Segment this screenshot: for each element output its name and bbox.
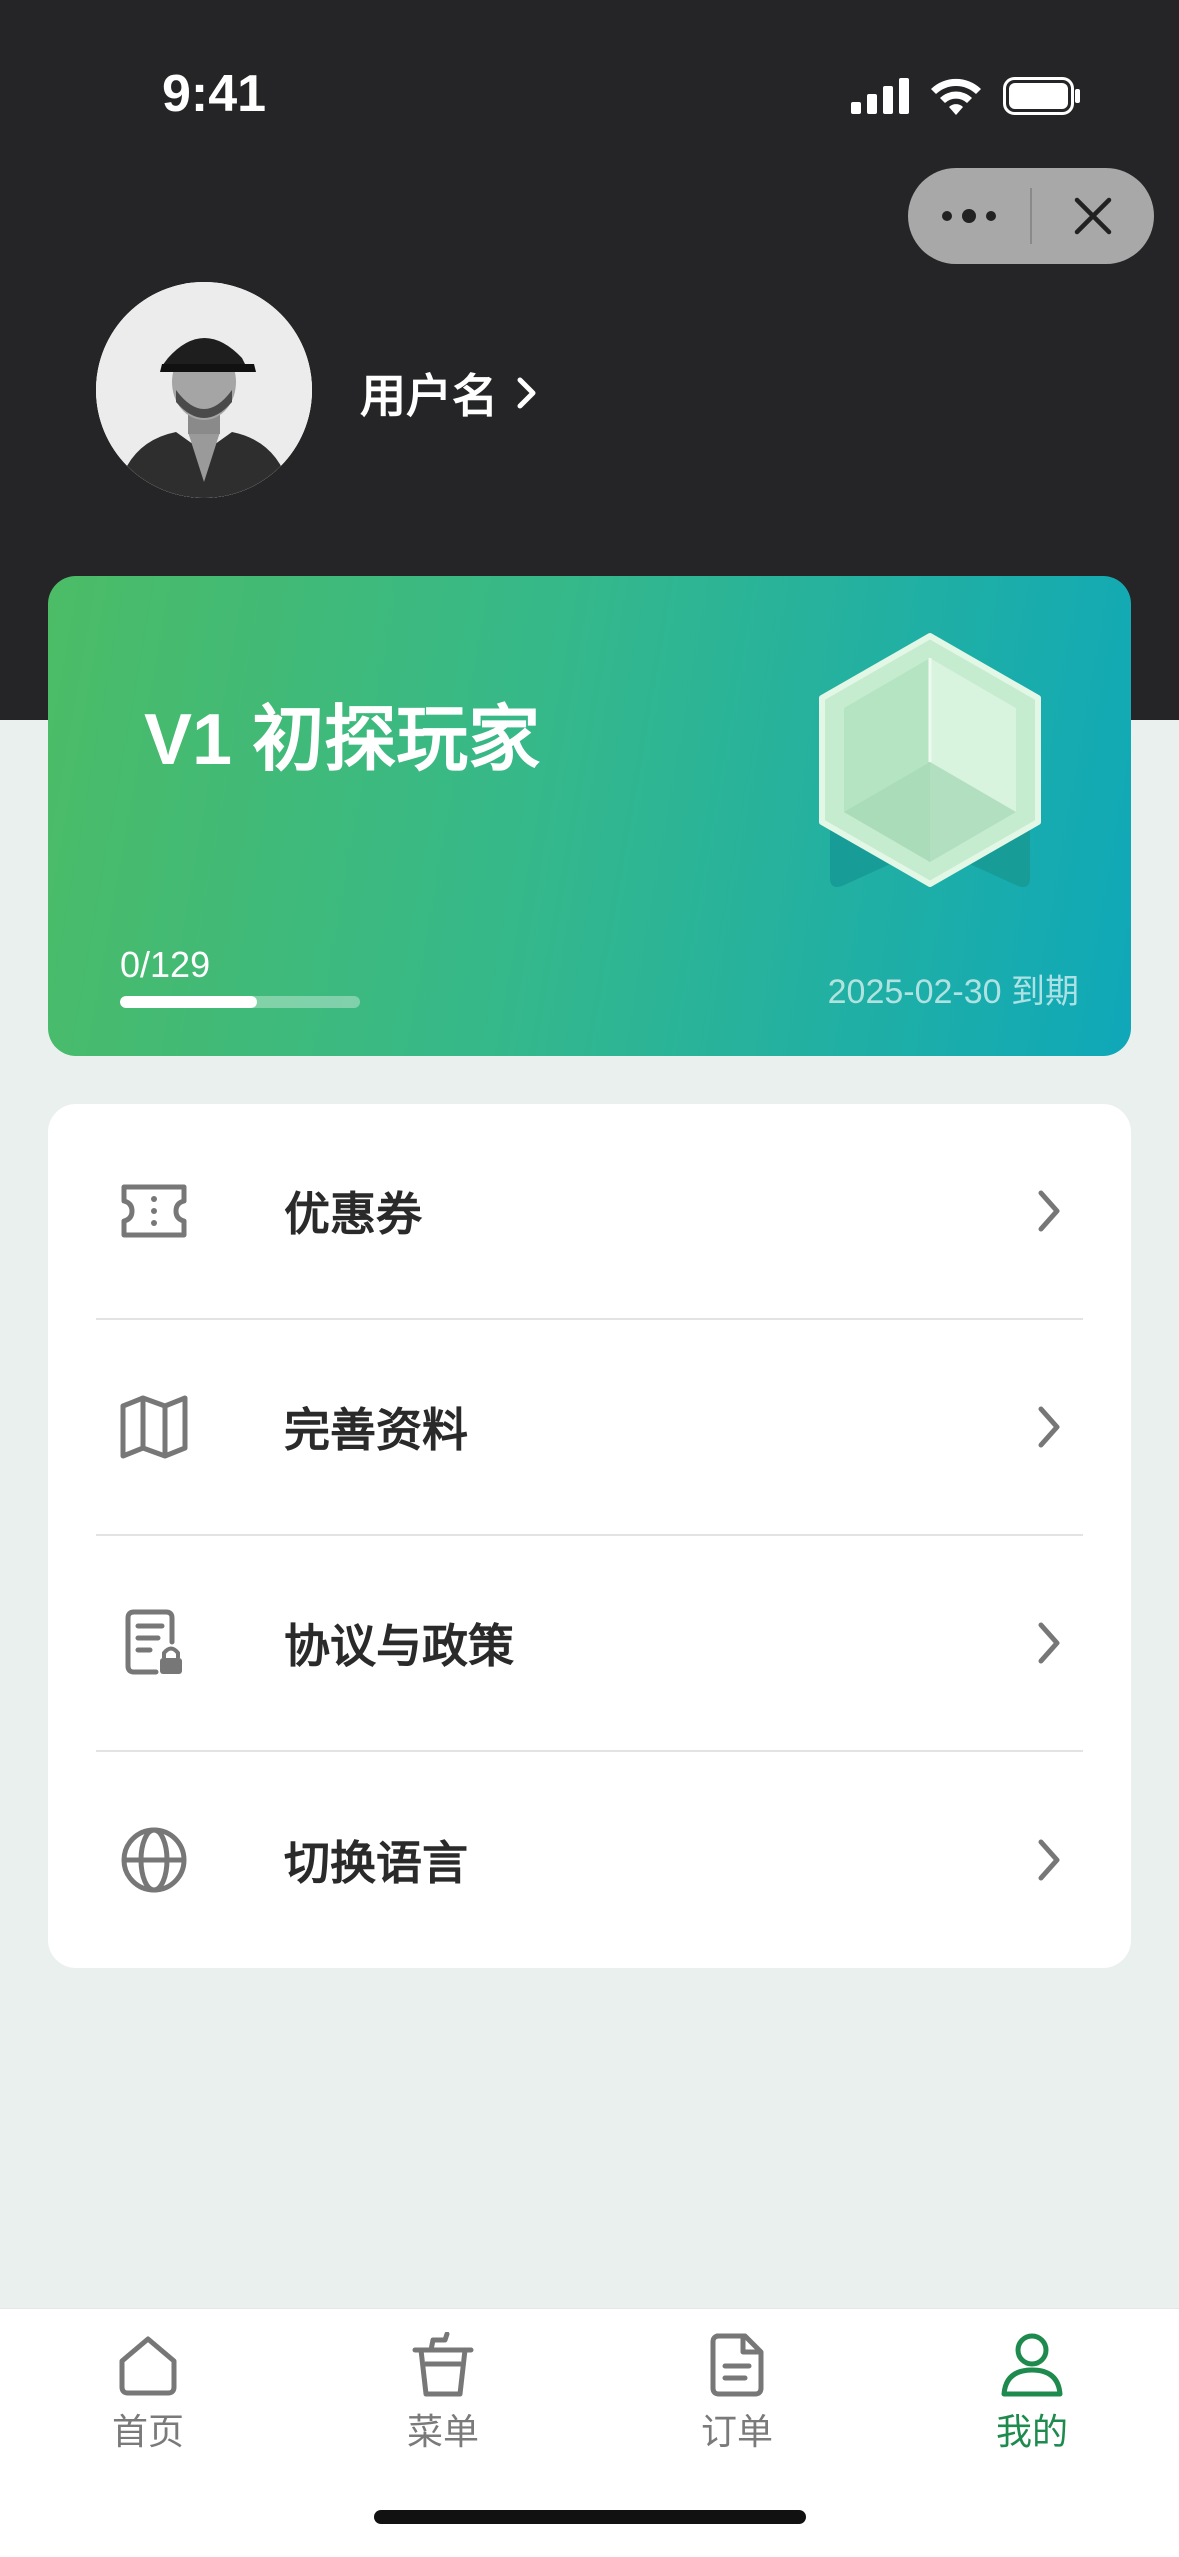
document-lock-icon	[118, 1607, 190, 1679]
level-title: V1 初探玩家	[144, 700, 541, 780]
expiry-date: 2025-02-30 到期	[827, 973, 1079, 1011]
menu-item-label: 协议与政策	[284, 1620, 514, 1672]
level-progress-fill	[120, 996, 257, 1008]
more-dots-icon	[942, 209, 996, 223]
tab-menu[interactable]: 菜单	[353, 2329, 533, 2455]
miniprogram-capsule	[908, 168, 1154, 264]
close-button[interactable]	[1032, 168, 1154, 264]
menu-item-complete-profile[interactable]: 完善资料	[96, 1320, 1083, 1536]
level-badge-icon	[819, 633, 1041, 887]
map-icon	[118, 1391, 190, 1463]
user-icon	[996, 2329, 1068, 2401]
settings-menu: 优惠券 完善资料 协议与政策 切换语言	[48, 1104, 1131, 1968]
chevron-right-icon	[1029, 1399, 1069, 1455]
member-level-card[interactable]: V1 初探玩家 0/129 2025-02-30 到期	[48, 576, 1131, 1056]
status-icons	[851, 76, 1081, 116]
tab-label: 首页	[111, 2411, 184, 2452]
close-icon	[1074, 197, 1112, 235]
menu-item-agreements[interactable]: 协议与政策	[96, 1536, 1083, 1752]
tab-label: 菜单	[406, 2411, 479, 2452]
chevron-right-icon	[1029, 1615, 1069, 1671]
chevron-right-icon	[1029, 1183, 1069, 1239]
ticket-icon	[118, 1175, 190, 1247]
tab-label: 订单	[700, 2411, 773, 2452]
tab-home[interactable]: 首页	[58, 2329, 238, 2455]
level-progress-text: 0/129	[120, 944, 211, 985]
order-document-icon	[701, 2329, 773, 2401]
tab-label: 我的	[995, 2411, 1068, 2452]
username: 用户名	[360, 370, 498, 422]
signal-icon	[851, 78, 909, 114]
chevron-right-icon	[517, 377, 536, 409]
menu-item-coupons[interactable]: 优惠券	[96, 1104, 1083, 1320]
menu-item-label: 优惠券	[284, 1188, 422, 1240]
battery-icon	[1003, 77, 1080, 115]
more-button[interactable]	[908, 168, 1030, 264]
menu-item-label: 完善资料	[284, 1404, 468, 1456]
cup-icon	[407, 2329, 479, 2401]
menu-item-language[interactable]: 切换语言	[96, 1752, 1083, 1968]
tab-orders[interactable]: 订单	[647, 2329, 827, 2455]
username-link[interactable]: 用户名	[360, 360, 538, 426]
avatar-photo	[96, 282, 312, 498]
tab-profile[interactable]: 我的	[942, 2329, 1122, 2455]
home-indicator	[374, 2510, 806, 2524]
level-progress-bar	[120, 996, 360, 1008]
menu-item-label: 切换语言	[284, 1837, 468, 1889]
home-icon	[112, 2329, 184, 2401]
chevron-right-icon	[1029, 1832, 1069, 1888]
globe-icon	[118, 1824, 190, 1896]
wifi-icon	[931, 78, 981, 115]
avatar[interactable]	[96, 282, 312, 498]
status-time: 9:41	[162, 65, 267, 123]
